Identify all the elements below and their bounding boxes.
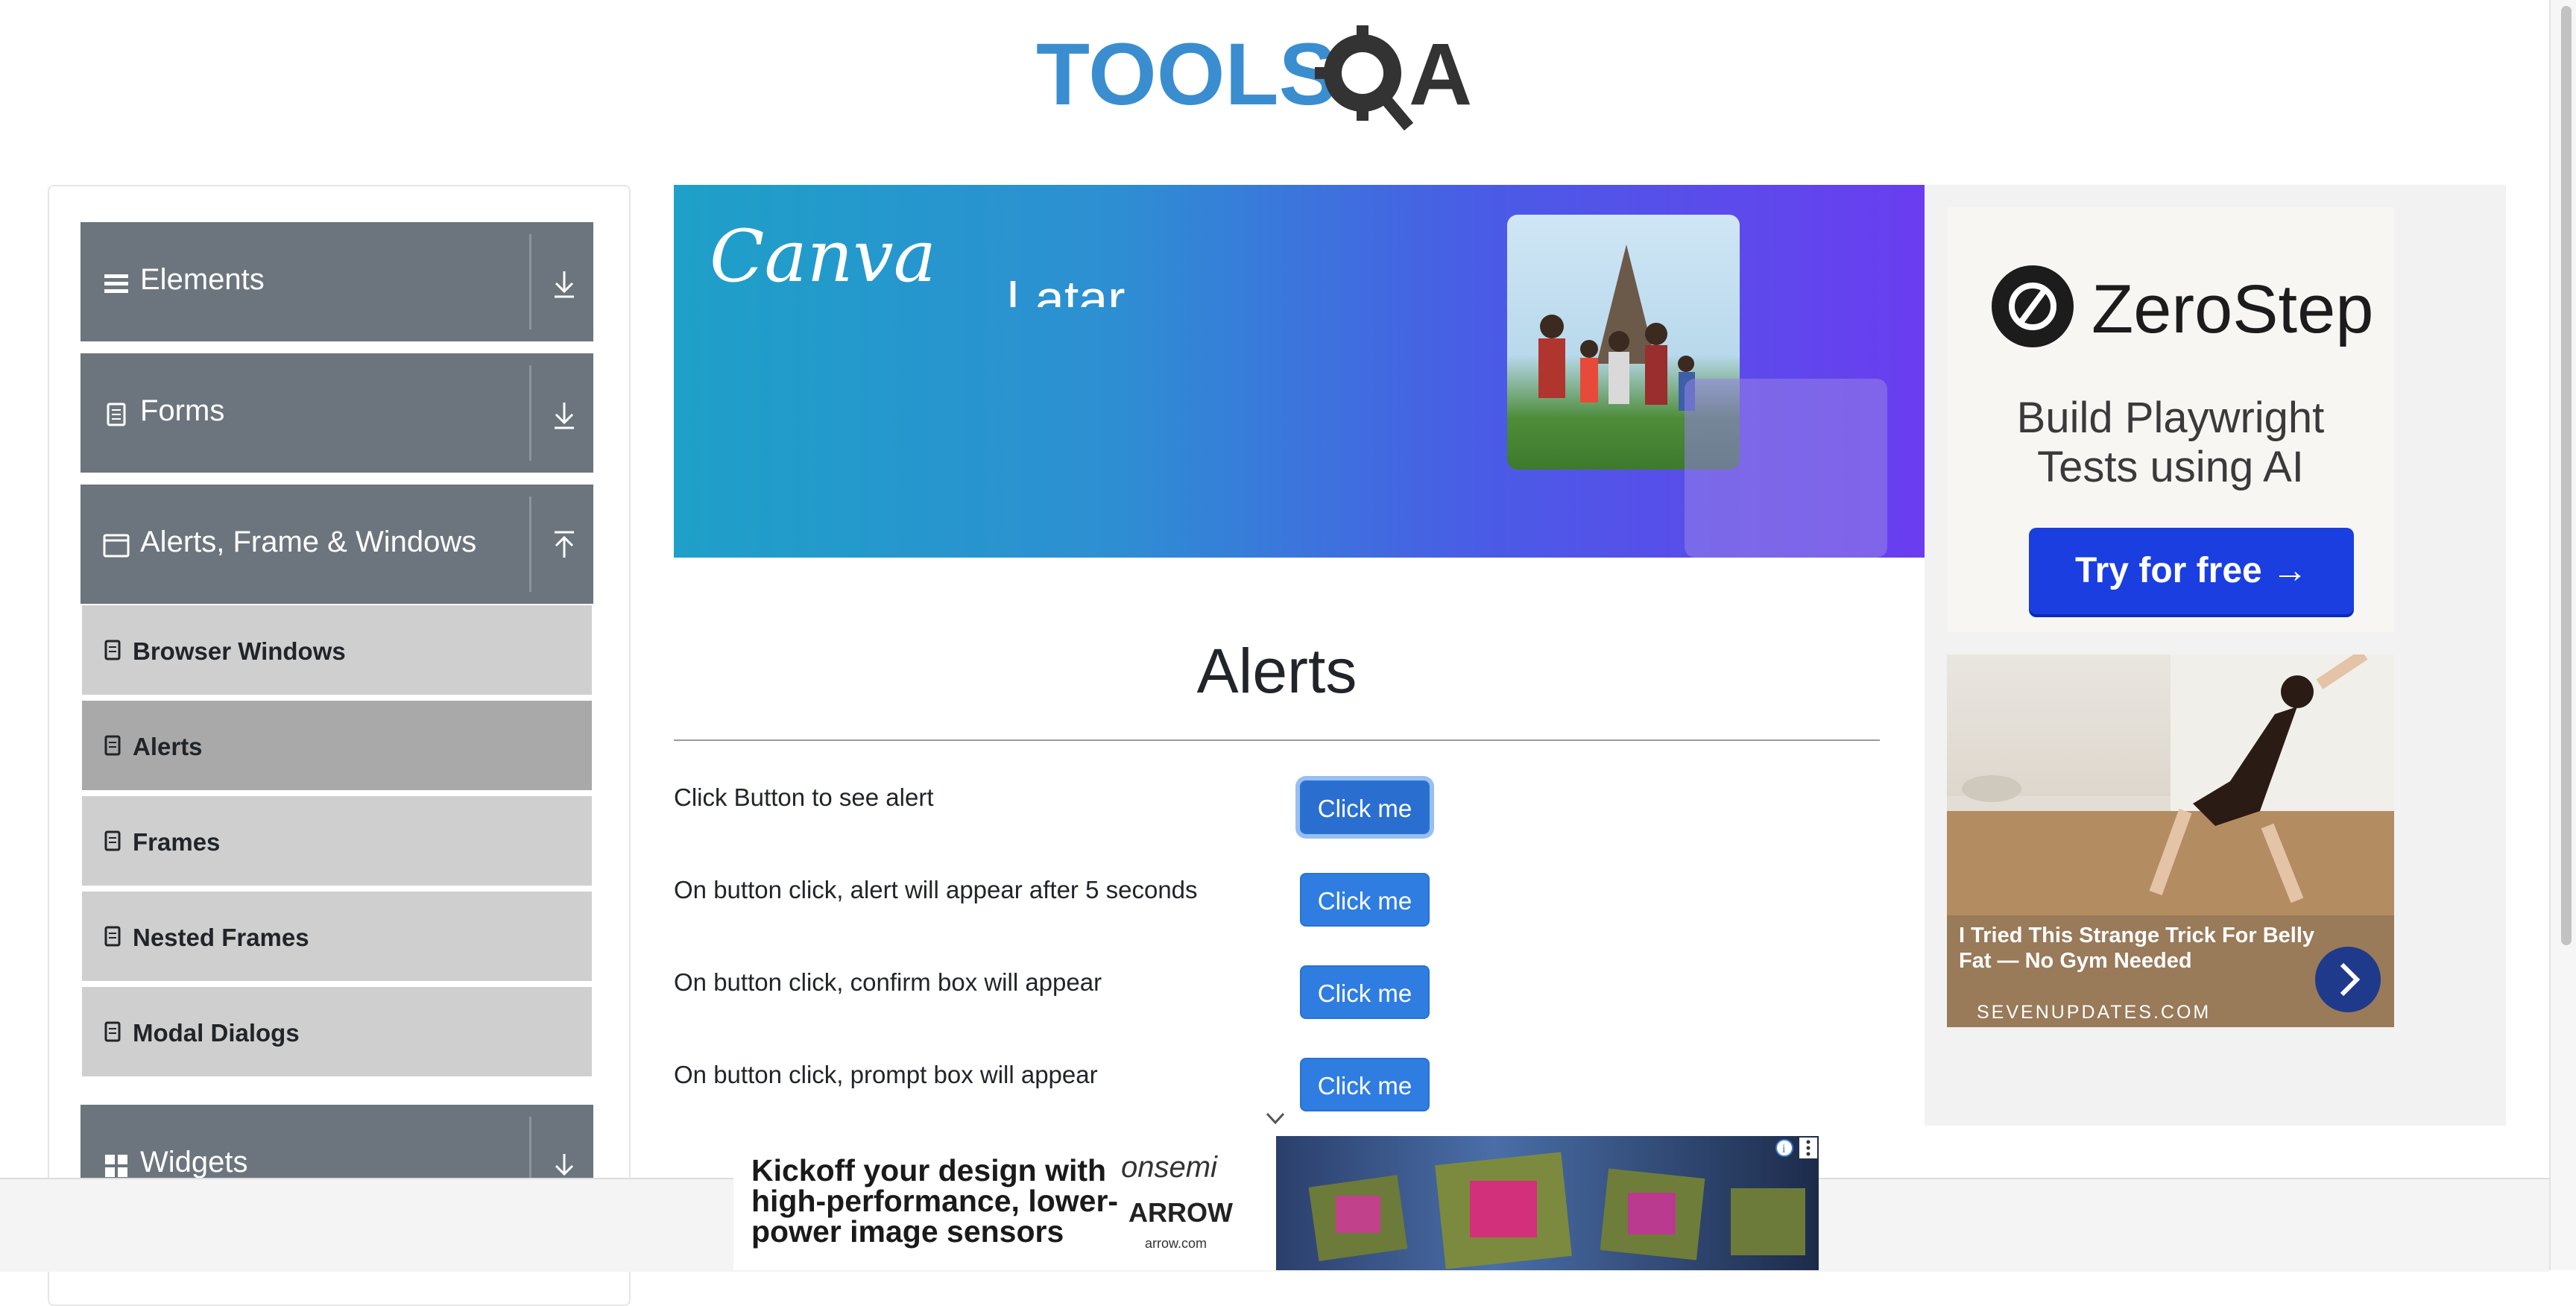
sidebar: Elements Forms Alerts, Frame & Windows B…	[48, 185, 631, 1306]
onsemi-logo: onsemi	[1121, 1151, 1217, 1184]
chevron-right-icon	[2340, 962, 2361, 997]
canva-logo: Canva	[710, 215, 936, 298]
sidebar-item-browser-windows[interactable]: Browser Windows	[82, 605, 592, 698]
document-icon	[104, 926, 121, 947]
bottom-banner-ad[interactable]: Kickoff your design with high-performanc…	[733, 1136, 1819, 1270]
ad-options-icon[interactable]	[1799, 1138, 1817, 1158]
arrow-logo: ARROW	[1128, 1197, 1233, 1228]
grid-icon	[105, 1155, 127, 1177]
confirm-row-label: On button click, confirm box will appear	[674, 968, 1102, 996]
confirm-button[interactable]: Click me	[1300, 965, 1430, 1019]
sidebar-item-nested-frames[interactable]: Nested Frames	[82, 892, 592, 984]
sidebar-item-modal-dialogs[interactable]: Modal Dialogs	[82, 987, 592, 1079]
sidebar-group-label: Alerts, Frame & Windows	[140, 526, 477, 558]
sidebar-item-label: Modal Dialogs	[133, 1019, 300, 1047]
svg-text:i: i	[1782, 1143, 1786, 1155]
divider	[529, 234, 531, 329]
right-ad-column: ZeroStep Build Playwright Tests using AI…	[1925, 185, 2506, 1126]
page-title: Alerts	[1196, 636, 1357, 706]
sidebar-group-label: Widgets	[140, 1146, 248, 1179]
sidebar-group-forms[interactable]: Forms	[80, 353, 593, 473]
document-icon	[104, 735, 121, 756]
image-sensor-chips-image	[1276, 1136, 1819, 1270]
zerostep-ad[interactable]: ZeroStep Build Playwright Tests using AI…	[1947, 207, 2394, 632]
zerostep-logo-icon	[1992, 265, 2074, 347]
divider	[529, 365, 531, 461]
prompt-row-label: On button click, prompt box will appear	[674, 1061, 1098, 1088]
banner-headline: Latar	[1006, 270, 1126, 307]
logo-text-tools: TOOLS	[1036, 25, 1337, 124]
zerostep-brand: ZeroStep	[2092, 271, 2374, 347]
sidebar-item-label: Nested Frames	[133, 924, 309, 951]
sidebar-item-alerts[interactable]: Alerts	[82, 701, 592, 793]
sidebar-group-label: Forms	[140, 394, 225, 427]
arrow-url: arrow.com	[1145, 1236, 1208, 1251]
bottom-ad-text: Kickoff your design with high-performanc…	[751, 1153, 1119, 1249]
zerostep-tagline: Build Playwright Tests using AI	[1947, 394, 2394, 492]
window-icon	[103, 534, 130, 558]
hamburger-icon	[104, 274, 128, 293]
sidebar-item-frames[interactable]: Frames	[82, 796, 592, 889]
toolsqa-logo[interactable]: TOOLS A	[1036, 21, 1521, 140]
document-icon	[104, 640, 121, 660]
sidebar-group-alerts-frame-windows[interactable]: Alerts, Frame & Windows	[80, 485, 593, 604]
document-icon	[104, 830, 121, 851]
arrow-up-icon[interactable]	[549, 528, 580, 564]
document-icon	[104, 1021, 121, 1042]
arrow-down-icon[interactable]	[549, 397, 580, 432]
chevron-down-icon[interactable]	[1264, 1111, 1287, 1127]
sidebar-group-elements[interactable]: Elements	[80, 222, 593, 341]
sidebar-item-label: Alerts	[133, 733, 203, 760]
sidebar-group-label: Elements	[140, 263, 265, 296]
title-divider	[674, 739, 1880, 741]
top-banner-ad[interactable]: Canva Latar	[674, 185, 1925, 558]
prompt-button[interactable]: Click me	[1300, 1058, 1430, 1111]
story-title[interactable]: I Tried This Strange Trick For Belly Fat…	[1959, 923, 2332, 974]
arrow-down-icon[interactable]	[549, 265, 580, 301]
sidebar-item-label: Frames	[133, 828, 221, 856]
alert-button[interactable]: Click me	[1300, 780, 1430, 834]
tagline-line-1: Build Playwright	[2016, 394, 2325, 442]
sponsored-story-ad[interactable]: I Tried This Strange Trick For Belly Fat…	[1947, 654, 2394, 1027]
logo-text-a: A	[1409, 25, 1472, 124]
banner-ui-panel	[1685, 379, 1887, 558]
tagline-line-2: Tests using AI	[2037, 443, 2304, 491]
document-icon	[107, 403, 126, 426]
alert-row-label: Click Button to see alert	[674, 783, 934, 811]
story-source: SEVENUPDATES.COM	[1977, 1002, 2212, 1023]
try-for-free-button[interactable]: Try for free →	[2029, 528, 2354, 614]
ad-info-icon[interactable]: i	[1774, 1138, 1795, 1158]
scrollbar-thumb[interactable]	[2561, 6, 2572, 945]
divider	[529, 496, 531, 592]
timer-alert-button[interactable]: Click me	[1300, 873, 1430, 927]
next-arrow-button[interactable]	[2315, 947, 2381, 1012]
sidebar-item-label: Browser Windows	[133, 637, 346, 665]
timer-alert-row-label: On button click, alert will appear after…	[674, 876, 1198, 903]
